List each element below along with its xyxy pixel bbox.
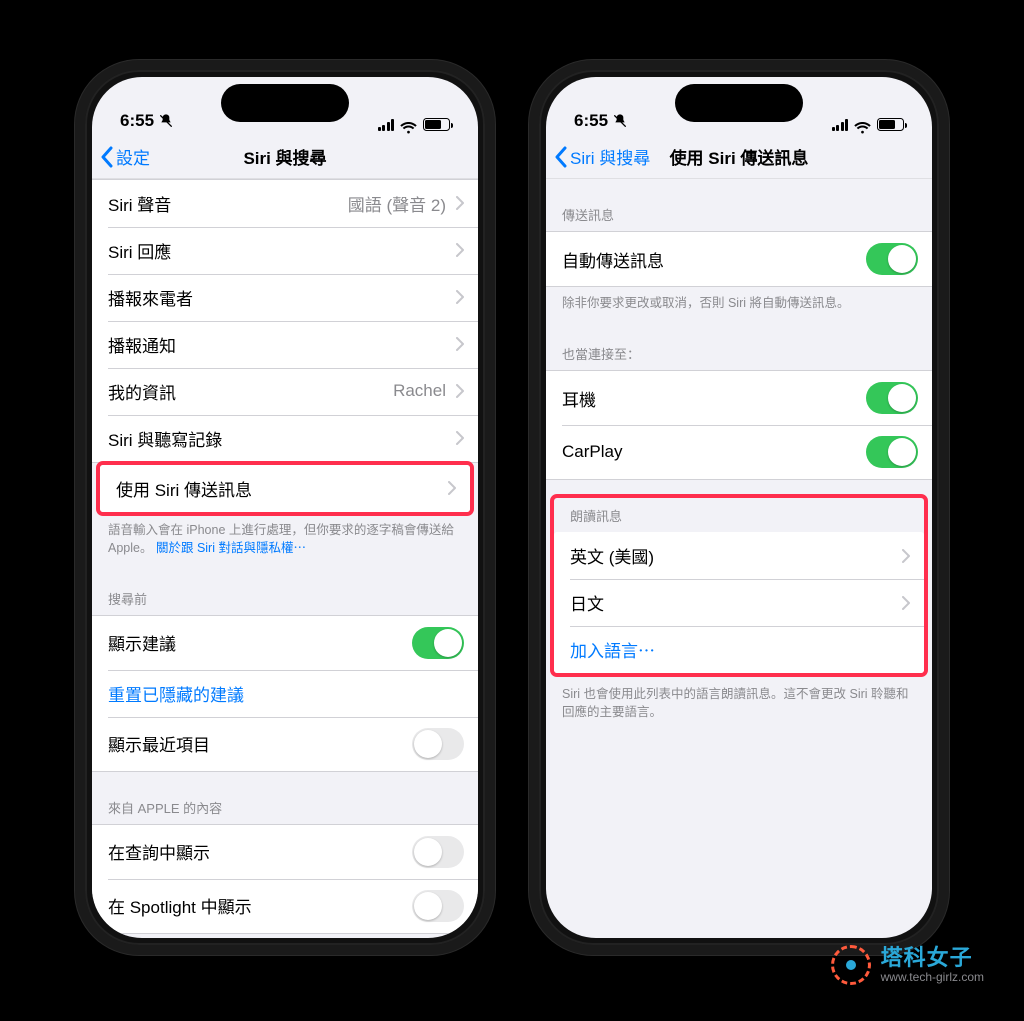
watermark-logo-icon	[831, 945, 871, 985]
chevron-right-icon	[902, 596, 910, 610]
row-siri-dictation-history[interactable]: Siri 與聽寫記錄	[92, 415, 478, 462]
group2-header: 也當連接至：	[546, 326, 932, 370]
row-siri-voice[interactable]: Siri 聲音 國語 (聲音 2)	[92, 180, 478, 227]
screen-left: 6:55 設定 Siri 與搜尋	[92, 77, 478, 938]
toggle-carplay[interactable]	[866, 436, 918, 468]
row-language-en-us[interactable]: 英文 (美國)	[554, 532, 924, 579]
watermark-url: www.tech-girlz.com	[881, 971, 984, 984]
privacy-link-siri[interactable]: 關於跟 Siri 對話與隱私權⋯	[156, 541, 306, 555]
group-send-messages: 傳送訊息 自動傳送訊息 除非你要求更改或取消，否則 Siri 將自動傳送訊息。	[546, 187, 932, 318]
content-right: 傳送訊息 自動傳送訊息 除非你要求更改或取消，否則 Siri 將自動傳送訊息。 …	[546, 179, 932, 938]
iphone-frame-left: 6:55 設定 Siri 與搜尋	[75, 60, 495, 955]
highlight-send-messages: 使用 Siri 傳送訊息	[96, 461, 474, 516]
highlight-read-messages-languages: 朗讀訊息 英文 (美國) 日文 加入語言⋯	[550, 494, 928, 677]
group3-footer: Apple 可在查詢照片中的文字或物品時顯示內容，或在搜尋時顯示內容。 關於 S…	[92, 934, 478, 938]
screen-right: 6:55 Siri 與搜尋 使用 Sir	[546, 77, 932, 938]
dynamic-island	[675, 84, 803, 122]
battery-icon	[877, 118, 904, 131]
group-also-connected: 也當連接至： 耳機 CarPlay	[546, 326, 932, 480]
page-title: Siri 與搜尋	[243, 144, 326, 169]
back-label: Siri 與搜尋	[570, 144, 650, 169]
chevron-right-icon	[456, 243, 464, 257]
wifi-icon	[854, 119, 871, 131]
battery-icon	[423, 118, 450, 131]
row-add-language[interactable]: 加入語言⋯	[554, 626, 924, 673]
toggle-show-in-lookup[interactable]	[412, 836, 464, 868]
nav-bar: 設定 Siri 與搜尋	[92, 135, 478, 179]
row-show-suggestions[interactable]: 顯示建議	[92, 616, 478, 670]
row-carplay[interactable]: CarPlay	[546, 425, 932, 479]
cell-signal-icon	[378, 119, 395, 131]
watermark-brand: 塔科女子	[881, 946, 984, 970]
group1-footer: 除非你要求更改或取消，否則 Siri 將自動傳送訊息。	[546, 287, 932, 318]
group-apple-content: 來自 APPLE 的內容 在查詢中顯示 在 Spotlight 中顯示 Appl…	[92, 780, 478, 938]
watermark: 塔科女子 www.tech-girlz.com	[831, 945, 984, 985]
row-language-ja[interactable]: 日文	[554, 579, 924, 626]
chevron-right-icon	[456, 384, 464, 398]
group2-header: 搜尋前	[92, 571, 478, 615]
chevron-right-icon	[456, 290, 464, 304]
back-button-siri-search[interactable]: Siri 與搜尋	[554, 135, 650, 178]
back-button-settings[interactable]: 設定	[100, 135, 150, 178]
toggle-headphones[interactable]	[866, 382, 918, 414]
iphone-frame-right: 6:55 Siri 與搜尋 使用 Sir	[529, 60, 949, 955]
row-announce-notifications[interactable]: 播報通知	[92, 321, 478, 368]
group-before-search: 搜尋前 顯示建議 重置已隱藏的建議 顯示最近項目	[92, 571, 478, 772]
wifi-icon	[400, 119, 417, 131]
dynamic-island	[221, 84, 349, 122]
bell-slash-icon	[612, 113, 628, 129]
page-title: 使用 Siri 傳送訊息	[670, 144, 809, 169]
content-left: Siri 聲音 國語 (聲音 2) Siri 回應 播報來電者	[92, 179, 478, 938]
group-siri-basic: Siri 聲音 國語 (聲音 2) Siri 回應 播報來電者	[92, 179, 478, 563]
chevron-right-icon	[456, 337, 464, 351]
group1-footer: 語音輸入會在 iPhone 上進行處理，但你要求的逐字稿會傳送給 Apple。 …	[92, 514, 478, 563]
row-auto-send-messages[interactable]: 自動傳送訊息	[546, 232, 932, 286]
status-time: 6:55	[574, 111, 608, 131]
toggle-show-in-spotlight[interactable]	[412, 890, 464, 922]
row-announce-callers[interactable]: 播報來電者	[92, 274, 478, 321]
toggle-auto-send[interactable]	[866, 243, 918, 275]
group3-header: 來自 APPLE 的內容	[92, 780, 478, 824]
toggle-show-recents[interactable]	[412, 728, 464, 760]
chevron-right-icon	[456, 431, 464, 445]
group3-footer: Siri 也會使用此列表中的語言朗讀訊息。這不會更改 Siri 聆聽和回應的主要…	[546, 675, 932, 727]
row-reset-hidden-suggestions[interactable]: 重置已隱藏的建議	[92, 670, 478, 717]
toggle-show-suggestions[interactable]	[412, 627, 464, 659]
row-show-in-spotlight[interactable]: 在 Spotlight 中顯示	[92, 879, 478, 933]
group3-header: 朗讀訊息	[554, 498, 924, 532]
row-show-recents[interactable]: 顯示最近項目	[92, 717, 478, 771]
back-label: 設定	[116, 144, 150, 169]
group1-header: 傳送訊息	[546, 187, 932, 231]
row-siri-responses[interactable]: Siri 回應	[92, 227, 478, 274]
row-send-messages-with-siri[interactable]: 使用 Siri 傳送訊息	[100, 465, 470, 512]
bell-slash-icon	[158, 113, 174, 129]
chevron-right-icon	[448, 481, 456, 495]
row-my-info[interactable]: 我的資訊 Rachel	[92, 368, 478, 415]
row-headphones[interactable]: 耳機	[546, 371, 932, 425]
group-read-messages: 朗讀訊息 英文 (美國) 日文 加入語言⋯	[554, 498, 924, 673]
status-time: 6:55	[120, 111, 154, 131]
chevron-right-icon	[902, 549, 910, 563]
chevron-right-icon	[456, 196, 464, 210]
cell-signal-icon	[832, 119, 849, 131]
nav-bar: Siri 與搜尋 使用 Siri 傳送訊息	[546, 135, 932, 179]
row-show-in-lookup[interactable]: 在查詢中顯示	[92, 825, 478, 879]
